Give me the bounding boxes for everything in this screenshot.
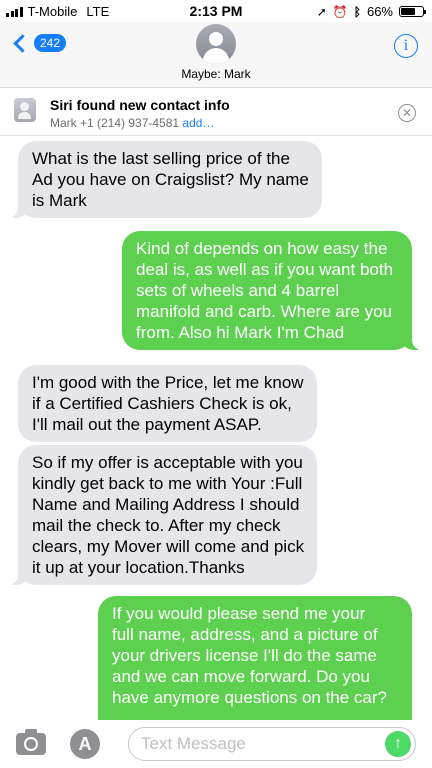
close-icon[interactable]: ✕	[398, 104, 416, 122]
bluetooth-icon: ᛒ	[353, 4, 361, 19]
battery-percent: 66%	[366, 4, 393, 19]
message-bubble-incoming[interactable]: So if my offer is acceptable with you ki…	[7, 445, 318, 585]
avatar-head-shape	[209, 32, 223, 46]
chevron-left-icon	[13, 33, 32, 53]
message-text: I'm good with the Price, let me know if …	[32, 373, 304, 434]
camera-icon[interactable]	[16, 729, 46, 755]
contact-avatar[interactable]	[196, 24, 236, 64]
app-store-icon[interactable]: A	[70, 729, 100, 759]
info-button[interactable]: i	[394, 34, 418, 58]
siri-suggestion-banner: Siri found new contact info Mark +1 (214…	[0, 88, 432, 136]
message-bubble-outgoing[interactable]: If you would please send me your full na…	[98, 596, 412, 720]
alarm-icon: ⏰	[332, 4, 348, 19]
message-input-field[interactable]: ↑	[128, 727, 416, 761]
message-text: So if my offer is acceptable with you ki…	[32, 453, 305, 577]
siri-detail: Mark +1 (214) 937-4581 add…	[50, 116, 214, 130]
status-bar: T-Mobile LTE 2:13 PM ➚ ⏰ ᛒ 66%	[0, 0, 432, 22]
message-text: Kind of depends on how easy the deal is,…	[136, 239, 394, 342]
message-input[interactable]	[141, 734, 371, 754]
siri-add-link[interactable]: add…	[182, 116, 214, 130]
status-right: ➚ ⏰ ᛒ 66%	[316, 4, 426, 19]
siri-detail-text: Mark +1 (214) 937-4581	[50, 116, 180, 130]
message-bubble-incoming[interactable]: I'm good with the Price, let me know if …	[18, 365, 317, 442]
message-bubble-incoming[interactable]: What is the last selling price of the Ad…	[8, 141, 322, 218]
message-text: If you would please send me your full na…	[112, 604, 388, 707]
conversation-header: 242 Maybe: Mark i	[0, 22, 432, 88]
compose-bar: A ↑	[0, 720, 432, 768]
battery-icon	[399, 6, 426, 17]
unread-count-badge: 242	[34, 34, 67, 52]
location-arrow-icon: ➚	[316, 4, 327, 19]
message-bubble-outgoing[interactable]: Kind of depends on how easy the deal is,…	[122, 231, 422, 350]
battery-fill	[401, 8, 415, 15]
back-button[interactable]: 242	[12, 33, 67, 53]
send-arrow-icon[interactable]: ↑	[385, 731, 411, 757]
avatar-body-shape	[203, 48, 229, 64]
message-text: What is the last selling price of the Ad…	[32, 149, 309, 210]
siri-title: Siri found new contact info	[50, 97, 230, 113]
contacts-icon	[14, 98, 36, 122]
contact-name[interactable]: Maybe: Mark	[0, 67, 432, 81]
